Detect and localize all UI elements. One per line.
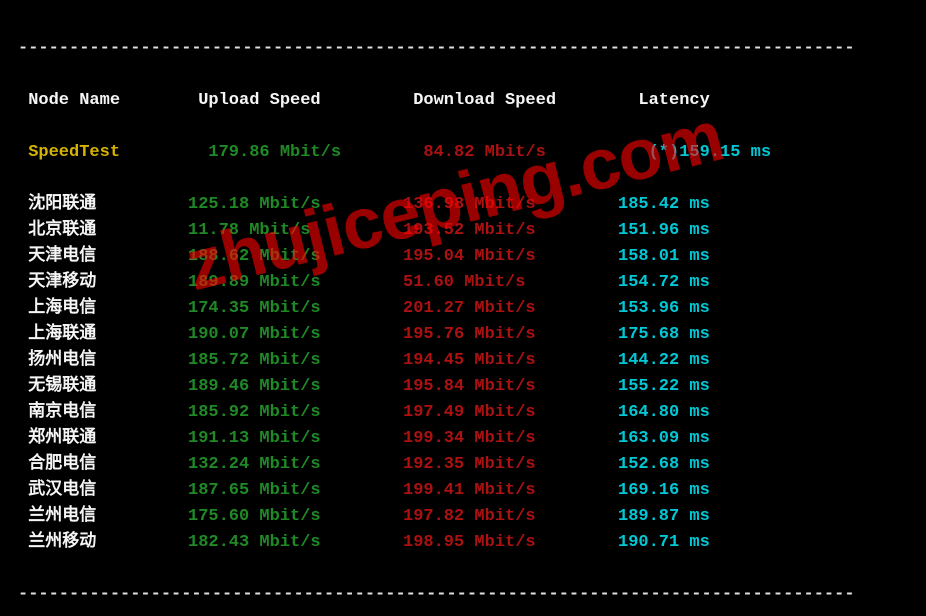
speedtest-upload: 179.86 Mbit/s	[188, 140, 403, 166]
node-name: 兰州电信	[18, 504, 188, 530]
upload-speed: 189.46 Mbit/s	[188, 374, 403, 400]
node-name: 南京电信	[18, 400, 188, 426]
download-speed: 51.60 Mbit/s	[403, 270, 618, 296]
table-row: 无锡联通189.46 Mbit/s195.84 Mbit/s155.22 ms	[18, 374, 908, 400]
download-speed: 193.52 Mbit/s	[403, 218, 618, 244]
node-name: 天津电信	[18, 244, 188, 270]
divider-mid: ----------------------------------------…	[18, 582, 908, 608]
latency-value: 144.22 ms	[618, 348, 908, 374]
header-row: Node Name Upload Speed Download Speed La…	[18, 88, 908, 114]
table-row: 武汉电信187.65 Mbit/s199.41 Mbit/s169.16 ms	[18, 478, 908, 504]
download-speed: 192.35 Mbit/s	[403, 452, 618, 478]
node-name: 北京联通	[18, 218, 188, 244]
upload-speed: 189.89 Mbit/s	[188, 270, 403, 296]
node-name: 兰州移动	[18, 530, 188, 556]
download-speed: 197.49 Mbit/s	[403, 400, 618, 426]
node-name: 上海电信	[18, 296, 188, 322]
latency-value: 190.71 ms	[618, 530, 908, 556]
latency-value: 155.22 ms	[618, 374, 908, 400]
upload-speed: 125.18 Mbit/s	[188, 192, 403, 218]
table-row: 兰州电信175.60 Mbit/s197.82 Mbit/s189.87 ms	[18, 504, 908, 530]
speedtest-latency: (*)159.15 ms	[618, 140, 908, 166]
node-name: 上海联通	[18, 322, 188, 348]
download-speed: 197.82 Mbit/s	[403, 504, 618, 530]
table-row: 扬州电信185.72 Mbit/s194.45 Mbit/s144.22 ms	[18, 348, 908, 374]
download-speed: 195.84 Mbit/s	[403, 374, 618, 400]
upload-speed: 11.78 Mbit/s	[188, 218, 403, 244]
table-row: 南京电信185.92 Mbit/s197.49 Mbit/s164.80 ms	[18, 400, 908, 426]
upload-speed: 185.92 Mbit/s	[188, 400, 403, 426]
latency-value: 151.96 ms	[618, 218, 908, 244]
header-download: Download Speed	[403, 88, 618, 114]
node-name: 天津移动	[18, 270, 188, 296]
latency-value: 163.09 ms	[618, 426, 908, 452]
upload-speed: 188.62 Mbit/s	[188, 244, 403, 270]
latency-value: 158.01 ms	[618, 244, 908, 270]
upload-speed: 187.65 Mbit/s	[188, 478, 403, 504]
table-row: 郑州联通191.13 Mbit/s199.34 Mbit/s163.09 ms	[18, 426, 908, 452]
node-name: 扬州电信	[18, 348, 188, 374]
latency-value: 169.16 ms	[618, 478, 908, 504]
download-speed: 201.27 Mbit/s	[403, 296, 618, 322]
download-speed: 198.95 Mbit/s	[403, 530, 618, 556]
node-name: 郑州联通	[18, 426, 188, 452]
node-name: 武汉电信	[18, 478, 188, 504]
table-row: 天津电信188.62 Mbit/s195.04 Mbit/s158.01 ms	[18, 244, 908, 270]
upload-speed: 190.07 Mbit/s	[188, 322, 403, 348]
speedtest-node: SpeedTest	[18, 140, 188, 166]
node-name: 无锡联通	[18, 374, 188, 400]
download-speed: 199.41 Mbit/s	[403, 478, 618, 504]
table-row: 沈阳联通125.18 Mbit/s136.98 Mbit/s185.42 ms	[18, 192, 908, 218]
header-upload: Upload Speed	[188, 88, 403, 114]
download-speed: 195.76 Mbit/s	[403, 322, 618, 348]
upload-speed: 185.72 Mbit/s	[188, 348, 403, 374]
table-row: 上海电信174.35 Mbit/s201.27 Mbit/s153.96 ms	[18, 296, 908, 322]
header-latency: Latency	[618, 88, 908, 114]
results-table-body: 沈阳联通125.18 Mbit/s136.98 Mbit/s185.42 ms …	[18, 192, 908, 556]
table-row: 合肥电信132.24 Mbit/s192.35 Mbit/s152.68 ms	[18, 452, 908, 478]
upload-speed: 174.35 Mbit/s	[188, 296, 403, 322]
latency-value: 185.42 ms	[618, 192, 908, 218]
speedtest-download: 84.82 Mbit/s	[403, 140, 618, 166]
upload-speed: 191.13 Mbit/s	[188, 426, 403, 452]
download-speed: 194.45 Mbit/s	[403, 348, 618, 374]
latency-value: 164.80 ms	[618, 400, 908, 426]
table-row: 北京联通11.78 Mbit/s193.52 Mbit/s151.96 ms	[18, 218, 908, 244]
node-name: 合肥电信	[18, 452, 188, 478]
download-speed: 195.04 Mbit/s	[403, 244, 618, 270]
speedtest-row: SpeedTest 179.86 Mbit/s 84.82 Mbit/s (*)…	[18, 140, 908, 166]
download-speed: 199.34 Mbit/s	[403, 426, 618, 452]
download-speed: 136.98 Mbit/s	[403, 192, 618, 218]
table-row: 上海联通190.07 Mbit/s195.76 Mbit/s175.68 ms	[18, 322, 908, 348]
latency-value: 154.72 ms	[618, 270, 908, 296]
table-row: 天津移动189.89 Mbit/s51.60 Mbit/s154.72 ms	[18, 270, 908, 296]
latency-value: 153.96 ms	[618, 296, 908, 322]
latency-value: 175.68 ms	[618, 322, 908, 348]
node-name: 沈阳联通	[18, 192, 188, 218]
table-row: 兰州移动182.43 Mbit/s198.95 Mbit/s190.71 ms	[18, 530, 908, 556]
terminal-output: ----------------------------------------…	[0, 0, 926, 616]
upload-speed: 132.24 Mbit/s	[188, 452, 403, 478]
upload-speed: 175.60 Mbit/s	[188, 504, 403, 530]
upload-speed: 182.43 Mbit/s	[188, 530, 403, 556]
divider-top: ----------------------------------------…	[18, 36, 908, 62]
latency-value: 152.68 ms	[618, 452, 908, 478]
latency-value: 189.87 ms	[618, 504, 908, 530]
header-node: Node Name	[18, 88, 188, 114]
